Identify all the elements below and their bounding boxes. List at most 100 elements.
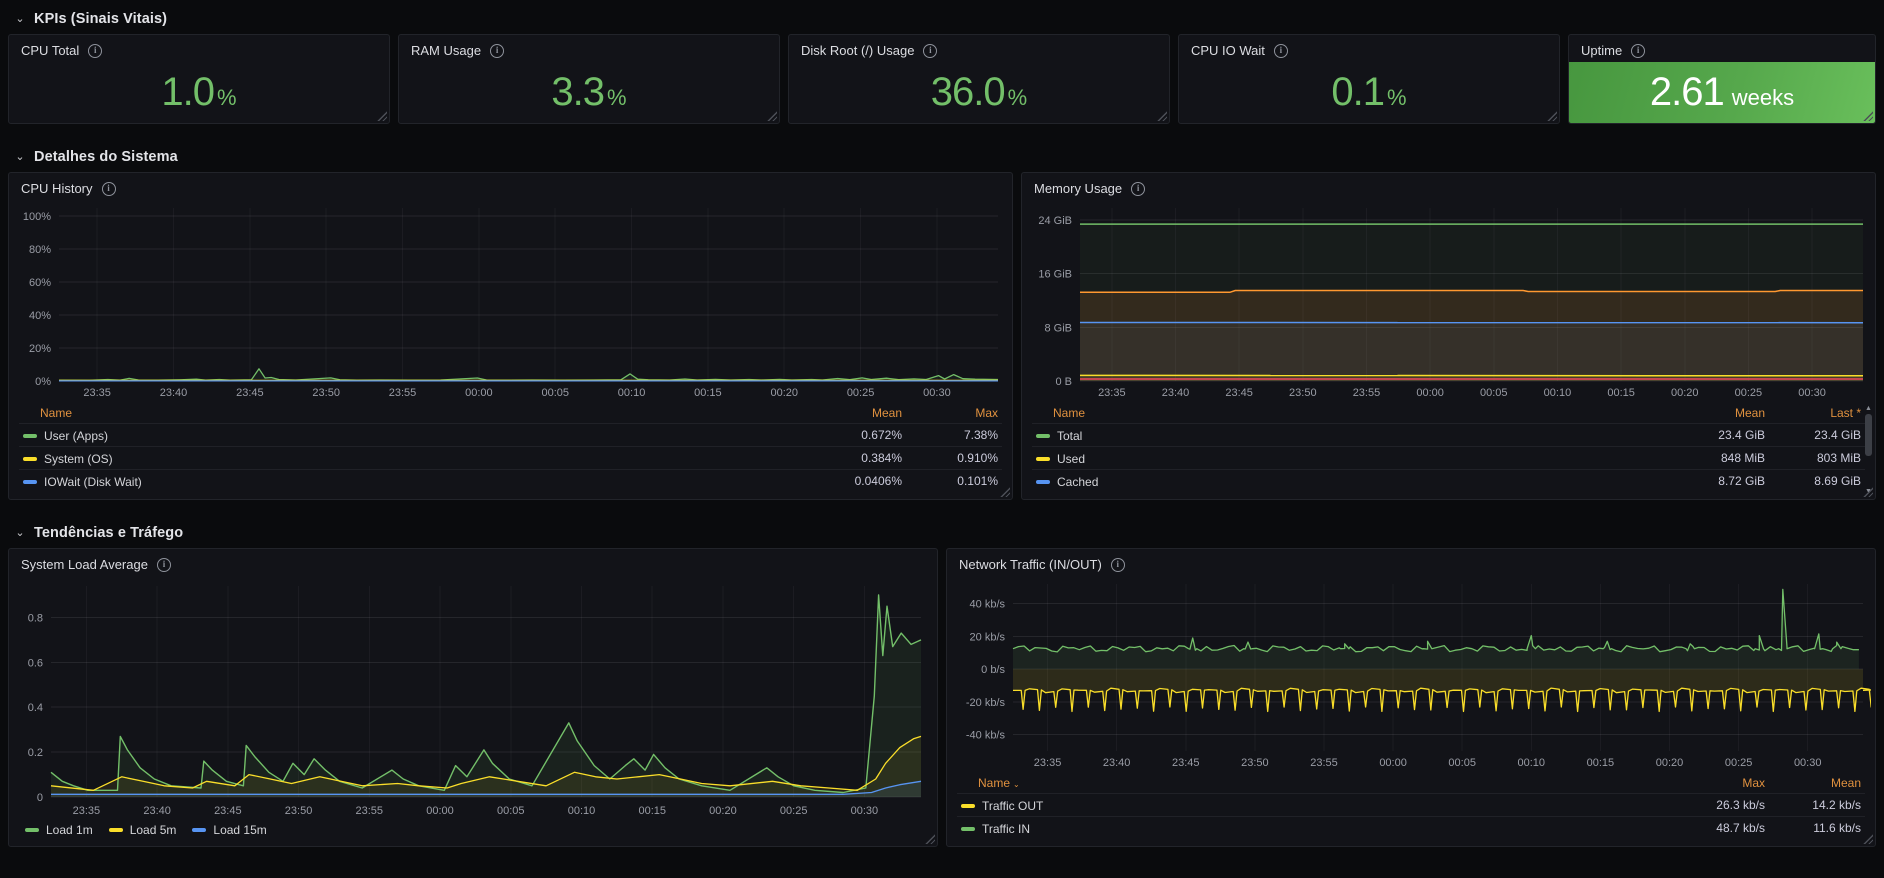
- scroll-up-icon[interactable]: ▲: [1865, 405, 1872, 412]
- series-swatch: [23, 457, 37, 461]
- svg-text:23:35: 23:35: [1034, 757, 1062, 769]
- svg-text:00:20: 00:20: [709, 805, 737, 817]
- legend-row-System (OS)[interactable]: System (OS) 0.384% 0.910%: [19, 446, 1002, 470]
- legend-row-Cached[interactable]: Cached 8.72 GiB 8.69 GiB: [1032, 469, 1865, 493]
- svg-text:0: 0: [37, 792, 43, 804]
- svg-text:23:35: 23:35: [73, 805, 101, 817]
- series-label: IOWait (Disk Wait): [44, 475, 142, 489]
- panel-title: RAM Usage: [411, 43, 482, 58]
- legend-value: 8.69 GiB: [1814, 474, 1861, 488]
- svg-text:0 B: 0 B: [1055, 376, 1072, 388]
- legend-value: 0.101%: [957, 474, 998, 488]
- chart-canvas[interactable]: 23:35 23:40 23:45 23:50 23:55 00:00 00:05 00:10…: [951, 576, 1871, 773]
- svg-text:0%: 0%: [35, 376, 51, 388]
- legend-row-Traffic OUT[interactable]: Traffic OUT 26.3 kb/s 14.2 kb/s: [957, 793, 1865, 817]
- legend-header-last[interactable]: Last *: [1769, 403, 1865, 424]
- series-swatch: [25, 828, 39, 832]
- chart-canvas[interactable]: 23:35 23:40 23:45 23:50 23:55 00:00 00:05 00:10…: [1026, 200, 1871, 403]
- chart-area[interactable]: 23:35 23:40 23:45 23:50 23:55 00:00 00:05 00:10…: [951, 576, 1871, 773]
- legend-row-Used[interactable]: Used 848 MiB 803 MiB: [1032, 446, 1865, 470]
- legend-value: 7.38%: [963, 428, 998, 442]
- info-icon[interactable]: i: [923, 43, 938, 58]
- section-header-details[interactable]: ⌄ Detalhes do Sistema: [8, 142, 1876, 172]
- legend-value: 0.384%: [861, 451, 902, 465]
- legend-row-Total[interactable]: Total 23.4 GiB 23.4 GiB: [1032, 423, 1865, 447]
- svg-text:00:05: 00:05: [1480, 387, 1508, 399]
- panel-memory-usage: Memory Usage i 23:35 23:40 23:45 23:50 23:55…: [1021, 172, 1876, 500]
- svg-text:00:15: 00:15: [1587, 757, 1615, 769]
- info-icon[interactable]: i: [156, 557, 171, 572]
- info-icon[interactable]: i: [101, 181, 116, 196]
- panel-uptime: Uptime i 2.61 weeks: [1568, 34, 1876, 124]
- series-fill-Cached: [1080, 322, 1863, 381]
- section-header-trends[interactable]: ⌄ Tendências e Tráfego: [8, 518, 1876, 548]
- info-icon[interactable]: i: [1273, 43, 1288, 58]
- legend-scrollbar[interactable]: ▲▼: [1864, 405, 1873, 495]
- series-swatch: [961, 804, 975, 808]
- svg-text:00:05: 00:05: [541, 387, 569, 399]
- series-label: System (OS): [44, 452, 113, 466]
- info-icon[interactable]: i: [1631, 43, 1646, 58]
- legend-item-Load 1m[interactable]: Load 1m: [25, 823, 93, 837]
- panel-title: CPU History: [21, 181, 93, 196]
- panel-ram-usage: RAM Usage i 3.3%: [398, 34, 780, 124]
- svg-text:80%: 80%: [29, 244, 51, 256]
- info-icon[interactable]: i: [1131, 181, 1146, 196]
- info-icon[interactable]: i: [1110, 557, 1125, 572]
- chart-legend: Load 1m Load 5m Load 15m: [9, 821, 937, 846]
- legend-value: 803 MiB: [1816, 451, 1861, 465]
- legend-value: 848 MiB: [1720, 451, 1765, 465]
- gridlines: [59, 208, 998, 382]
- legend-header-max[interactable]: Max: [906, 403, 1002, 424]
- legend-header-name[interactable]: Name: [1032, 403, 1673, 424]
- svg-text:00:00: 00:00: [1379, 757, 1407, 769]
- legend-value: 23.4 GiB: [1814, 428, 1861, 442]
- svg-text:23:40: 23:40: [160, 387, 188, 399]
- scrollbar-track[interactable]: [1865, 412, 1872, 488]
- panel-system-load: System Load Average i 23:35 23:40 23:45 23:…: [8, 548, 938, 847]
- legend-header-row: Name Mean Last *: [1032, 403, 1865, 424]
- svg-text:23:40: 23:40: [143, 805, 171, 817]
- legend-item-Load 15m[interactable]: Load 15m: [192, 823, 267, 837]
- svg-text:00:00: 00:00: [465, 387, 493, 399]
- stat-unit: %: [217, 85, 237, 110]
- info-icon[interactable]: i: [490, 43, 505, 58]
- svg-text:23:45: 23:45: [236, 387, 264, 399]
- svg-text:0.2: 0.2: [28, 747, 43, 759]
- legend-header-row: Name Mean Max: [19, 403, 1002, 424]
- svg-text:00:15: 00:15: [694, 387, 722, 399]
- legend-header-mean[interactable]: Mean: [1673, 403, 1769, 424]
- chart-area[interactable]: 23:35 23:40 23:45 23:50 23:55 00:00 00:05 00:10…: [1026, 200, 1871, 403]
- axis-labels: 23:35 23:40 23:45 23:50 23:55 00:00 00:05 00:10…: [23, 211, 951, 399]
- series-line-Traffic OUT: [1013, 687, 1871, 713]
- legend-row-User (Apps)[interactable]: User (Apps) 0.672% 7.38%: [19, 423, 1002, 447]
- legend-header-name[interactable]: Name ⌄: [957, 773, 1673, 794]
- chart-area[interactable]: 23:35 23:40 23:45 23:50 23:55 00:00 00:05 00:10…: [13, 200, 1008, 403]
- series-swatch: [108, 828, 123, 832]
- svg-text:00:10: 00:10: [1518, 757, 1546, 769]
- chart-area[interactable]: 23:35 23:40 23:45 23:50 23:55 00:00 00:05 00:10…: [13, 576, 933, 821]
- section-title: KPIs (Sinais Vitais): [34, 11, 168, 27]
- svg-text:00:00: 00:00: [426, 805, 454, 817]
- series-label: Traffic OUT: [982, 799, 1044, 813]
- chart-canvas[interactable]: 23:35 23:40 23:45 23:50 23:55 00:00 00:05 00:10…: [13, 200, 1008, 403]
- section-header-kpis[interactable]: ⌄ KPIs (Sinais Vitais): [8, 4, 1876, 34]
- svg-text:00:30: 00:30: [1798, 387, 1826, 399]
- svg-text:00:30: 00:30: [1794, 757, 1822, 769]
- svg-text:00:25: 00:25: [1735, 387, 1763, 399]
- legend-header-name[interactable]: Name: [19, 403, 810, 424]
- legend-header-mean[interactable]: Mean: [810, 403, 906, 424]
- chart-canvas[interactable]: 23:35 23:40 23:45 23:50 23:55 00:00 00:05 00:10…: [13, 576, 933, 821]
- info-icon[interactable]: i: [88, 43, 103, 58]
- scrollbar-thumb[interactable]: [1865, 414, 1872, 456]
- svg-text:-20 kb/s: -20 kb/s: [966, 697, 1006, 709]
- legend-header-mean[interactable]: Mean: [1769, 773, 1865, 794]
- legend-item-Load 5m[interactable]: Load 5m: [108, 823, 177, 837]
- panel-cpu-io-wait: CPU IO Wait i 0.1%: [1178, 34, 1560, 124]
- svg-text:00:10: 00:10: [618, 387, 646, 399]
- legend-header-max[interactable]: Max: [1673, 773, 1769, 794]
- svg-text:23:55: 23:55: [356, 805, 384, 817]
- series-label: Load 5m: [129, 823, 177, 837]
- legend-row-IOWait (Disk Wait)[interactable]: IOWait (Disk Wait) 0.0406% 0.101%: [19, 469, 1002, 493]
- legend-row-Traffic IN[interactable]: Traffic IN 48.7 kb/s 11.6 kb/s: [957, 816, 1865, 840]
